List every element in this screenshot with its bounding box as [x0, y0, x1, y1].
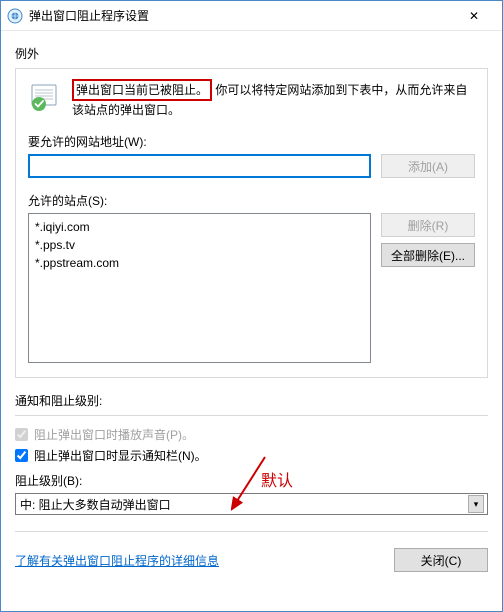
window-close-button[interactable]: ✕	[454, 2, 494, 30]
exceptions-group: 弹出窗口当前已被阻止。 你可以将特定网站添加到下表中，从而允许来自该站点的弹出窗…	[15, 68, 488, 378]
remove-all-button[interactable]: 全部删除(E)...	[381, 243, 475, 267]
separator	[15, 415, 488, 416]
address-input[interactable]	[28, 154, 371, 178]
window-icon	[7, 8, 23, 24]
allowed-label: 允许的站点(S):	[28, 192, 475, 209]
notify-heading: 通知和阻止级别:	[15, 392, 488, 409]
address-row: 添加(A)	[28, 154, 475, 178]
title-bar: 弹出窗口阻止程序设置 ✕	[1, 1, 502, 31]
sites-buttons: 删除(R) 全部删除(E)...	[381, 213, 475, 363]
annotation-text: 默认	[261, 467, 293, 491]
info-highlight: 弹出窗口当前已被阻止。	[72, 79, 212, 101]
remove-button[interactable]: 删除(R)	[381, 213, 475, 237]
info-row: 弹出窗口当前已被阻止。 你可以将特定网站添加到下表中，从而允许来自该站点的弹出窗…	[28, 79, 475, 119]
sound-checkbox-row: 阻止弹出窗口时播放声音(P)。	[15, 426, 488, 443]
allowed-sites-list[interactable]: *.iqiyi.com *.pps.tv *.ppstream.com	[28, 213, 371, 363]
list-item[interactable]: *.iqiyi.com	[35, 218, 364, 236]
close-icon: ✕	[469, 9, 479, 23]
address-label: 要允许的网站地址(W):	[28, 133, 475, 150]
list-item[interactable]: *.pps.tv	[35, 236, 364, 254]
info-text: 弹出窗口当前已被阻止。 你可以将特定网站添加到下表中，从而允许来自该站点的弹出窗…	[72, 79, 475, 119]
bar-checkbox[interactable]	[15, 449, 28, 462]
add-button[interactable]: 添加(A)	[381, 154, 475, 178]
sites-row: *.iqiyi.com *.pps.tv *.ppstream.com 删除(R…	[28, 213, 475, 363]
learn-more-link[interactable]: 了解有关弹出窗口阻止程序的详细信息	[15, 552, 219, 569]
window-title: 弹出窗口阻止程序设置	[29, 7, 454, 24]
sound-checkbox[interactable]	[15, 428, 28, 441]
info-icon	[28, 79, 62, 113]
close-button[interactable]: 关闭(C)	[394, 548, 488, 572]
separator	[15, 531, 488, 532]
footer-row: 了解有关弹出窗口阻止程序的详细信息 关闭(C)	[15, 548, 488, 572]
list-item[interactable]: *.ppstream.com	[35, 254, 364, 272]
dialog-content: 例外 弹出窗口当前已被阻止。 你可以将特定网站添加到下表中，从而允许来自该站点的…	[1, 31, 502, 580]
exceptions-heading: 例外	[15, 45, 488, 62]
bar-label: 阻止弹出窗口时显示通知栏(N)。	[34, 447, 207, 464]
sound-label: 阻止弹出窗口时播放声音(P)。	[34, 426, 194, 443]
bar-row-wrap: 阻止弹出窗口时显示通知栏(N)。 默认	[15, 447, 488, 464]
chevron-down-icon: ▾	[468, 495, 484, 513]
